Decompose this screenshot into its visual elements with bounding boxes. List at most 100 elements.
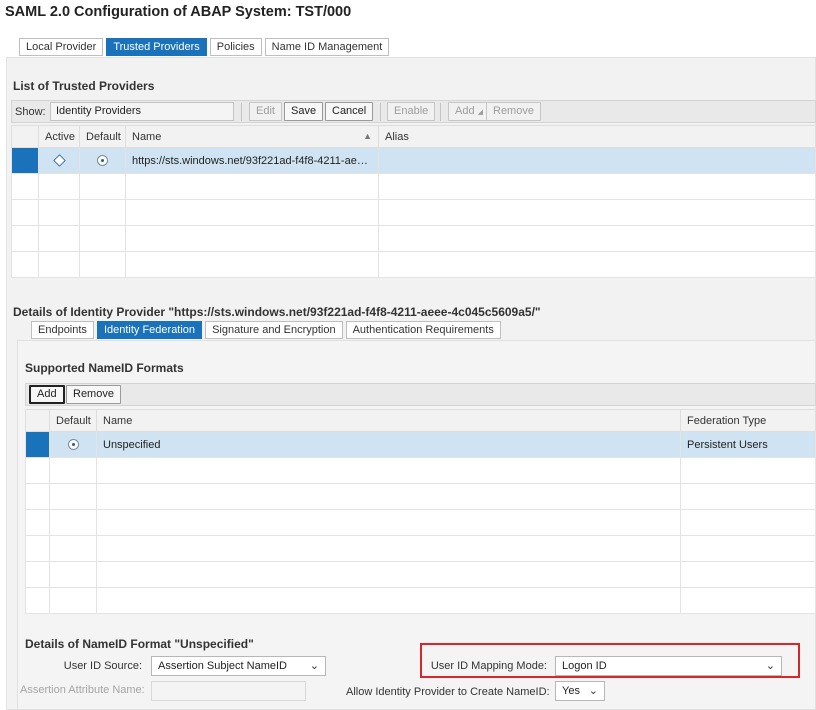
nameid-format-details-title: Details of NameID Format "Unspecified"	[25, 637, 254, 651]
empty-cell	[79, 173, 126, 200]
tab-trusted-providers[interactable]: Trusted Providers	[106, 38, 207, 56]
empty-cell	[49, 457, 97, 484]
empty-cell	[38, 173, 80, 200]
federation-type-cell: Persistent Users	[680, 431, 816, 458]
empty-cell	[96, 587, 681, 614]
table-row	[25, 587, 816, 614]
default-cell[interactable]	[79, 147, 126, 174]
table-row	[11, 251, 816, 278]
allow-create-nameid-select[interactable]: Yes ⌄	[555, 681, 605, 701]
row-selector[interactable]	[11, 147, 39, 174]
empty-cell	[38, 199, 80, 226]
empty-cell	[680, 535, 816, 562]
allow-create-nameid-label: Allow Identity Provider to Create NameID…	[346, 686, 550, 698]
chevron-down-icon: ⌄	[765, 660, 775, 672]
alias-column-header: Alias	[378, 125, 816, 148]
name-column-header: Name	[96, 409, 681, 432]
empty-cell	[25, 587, 50, 614]
empty-cell	[25, 457, 50, 484]
table-row[interactable]: Unspecified Persistent Users	[25, 431, 816, 458]
empty-cell	[25, 561, 50, 588]
user-id-source-select[interactable]: Assertion Subject NameID ⌄	[151, 656, 326, 676]
trusted-providers-table: Active Default Name ▲ Alias https://sts.w…	[11, 125, 816, 278]
table-header-row: Active Default Name ▲ Alias	[11, 125, 816, 148]
table-row[interactable]: https://sts.windows.net/93f221ad-f4f8-42…	[11, 147, 816, 174]
assertion-attribute-input[interactable]	[151, 681, 306, 701]
nameid-toolbar: Add Remove	[25, 383, 816, 406]
provider-name-cell: https://sts.windows.net/93f221ad-f4f8-42…	[125, 147, 379, 174]
table-row	[25, 457, 816, 484]
empty-cell	[49, 587, 97, 614]
alias-cell	[378, 147, 816, 174]
enable-button[interactable]: Enable	[387, 102, 436, 121]
default-column-header: Default	[49, 409, 97, 432]
tab-identity-federation[interactable]: Identity Federation	[96, 321, 203, 339]
empty-cell	[680, 509, 816, 536]
table-header-row: Default Name Federation Type	[25, 409, 816, 432]
nameid-formats-title: Supported NameID Formats	[25, 361, 184, 375]
empty-cell	[96, 535, 681, 562]
name-header-label: Name	[132, 130, 162, 143]
toolbar-separator	[440, 103, 441, 121]
default-cell[interactable]	[49, 431, 97, 458]
tab-policies[interactable]: Policies	[209, 38, 262, 56]
add-format-button[interactable]: Add	[29, 385, 65, 404]
empty-cell	[96, 509, 681, 536]
federation-type-column-header: Federation Type	[680, 409, 816, 432]
remove-format-button[interactable]: Remove	[66, 385, 121, 404]
save-button[interactable]: Save	[284, 102, 324, 121]
table-row	[11, 225, 816, 252]
row-selector[interactable]	[25, 431, 50, 458]
active-cell	[38, 147, 80, 174]
name-column-header[interactable]: Name ▲	[125, 125, 379, 148]
user-id-mapping-mode-label: User ID Mapping Mode:	[430, 660, 547, 672]
default-radio[interactable]	[97, 155, 108, 167]
active-column-header: Active	[38, 125, 80, 148]
empty-cell	[378, 199, 816, 226]
empty-cell	[49, 483, 97, 510]
empty-cell	[96, 457, 681, 484]
empty-cell	[125, 251, 379, 278]
empty-cell	[11, 173, 39, 200]
tab-authentication-requirements[interactable]: Authentication Requirements	[345, 321, 501, 339]
empty-cell	[49, 509, 97, 536]
table-row	[25, 483, 816, 510]
tab-name-id-management[interactable]: Name ID Management	[264, 38, 390, 56]
empty-cell	[680, 483, 816, 510]
empty-cell	[680, 457, 816, 484]
add-menu-button[interactable]: Add ◢	[448, 102, 491, 121]
empty-cell	[25, 509, 50, 536]
remove-button[interactable]: Remove	[486, 102, 541, 121]
select-column-header	[11, 125, 39, 148]
show-dropdown[interactable]: Identity Providers	[50, 102, 234, 121]
cancel-button[interactable]: Cancel	[325, 102, 374, 121]
tab-endpoints[interactable]: Endpoints	[31, 321, 94, 339]
sort-icon[interactable]: ▲	[363, 131, 372, 141]
empty-cell	[79, 199, 126, 226]
idp-details-title: Details of Identity Provider "https://st…	[13, 305, 541, 319]
chevron-down-icon: ⌄	[588, 685, 598, 697]
format-name-cell: Unspecified	[96, 431, 681, 458]
tab-local-provider[interactable]: Local Provider	[19, 38, 104, 56]
empty-cell	[378, 173, 816, 200]
edit-button[interactable]: Edit	[249, 102, 282, 121]
assertion-attribute-label: Assertion Attribute Name:	[20, 684, 145, 696]
empty-cell	[38, 251, 80, 278]
empty-cell	[11, 225, 39, 252]
table-row	[25, 561, 816, 588]
empty-cell	[38, 225, 80, 252]
default-radio[interactable]	[67, 439, 79, 451]
empty-cell	[79, 225, 126, 252]
user-id-source-value: Assertion Subject NameID	[158, 660, 287, 672]
empty-cell	[680, 561, 816, 588]
table-row	[25, 535, 816, 562]
empty-cell	[96, 483, 681, 510]
trusted-providers-title: List of Trusted Providers	[13, 79, 155, 93]
user-id-mapping-mode-select[interactable]: Logon ID ⌄	[555, 656, 782, 676]
empty-cell	[680, 587, 816, 614]
empty-cell	[49, 535, 97, 562]
page-title: SAML 2.0 Configuration of ABAP System: T…	[5, 4, 352, 20]
table-row	[11, 199, 816, 226]
tab-signature-encryption[interactable]: Signature and Encryption	[205, 321, 343, 339]
trusted-toolbar: Show: Identity Providers Edit Save Cance…	[11, 100, 816, 123]
